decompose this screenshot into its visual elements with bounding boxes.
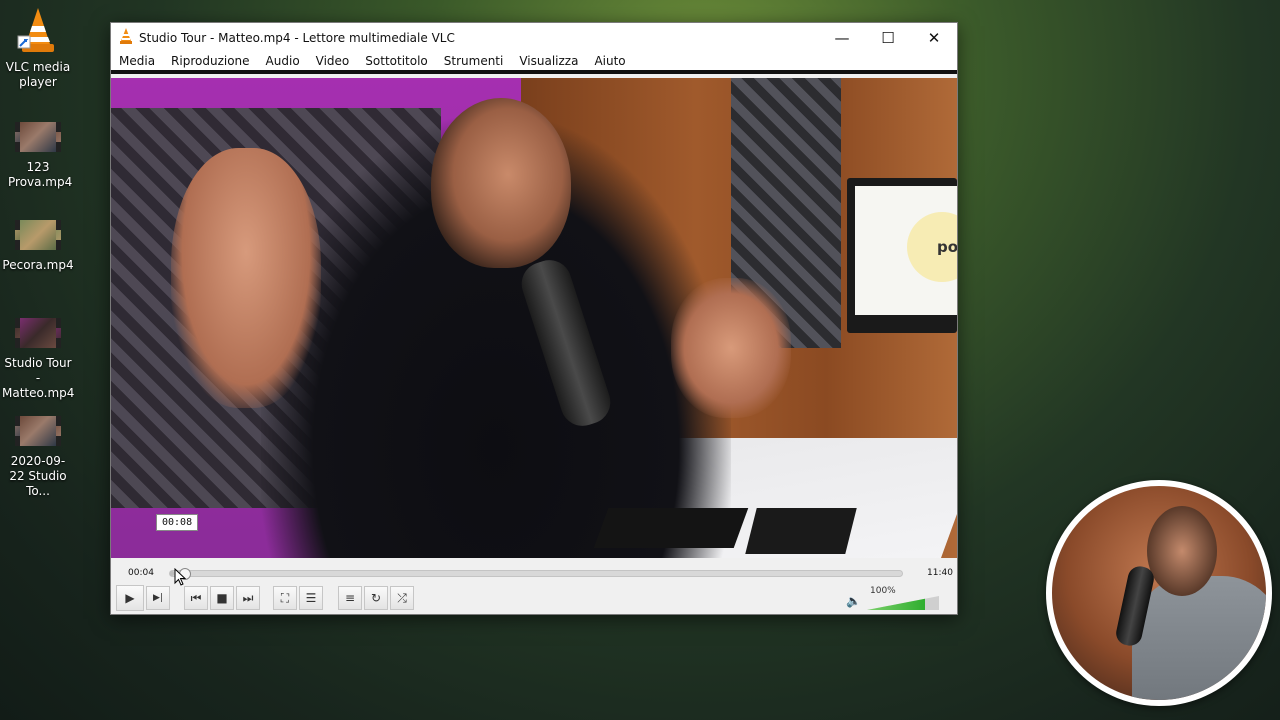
- seek-tooltip: 00:08: [156, 514, 199, 531]
- menu-visualizza[interactable]: Visualizza: [511, 50, 586, 72]
- desktop-icon-2020-studio[interactable]: 2020-09-22 Studio To...: [0, 416, 76, 499]
- scene-hand-left: [171, 148, 321, 408]
- video-file-icon: [15, 416, 61, 446]
- loop-button[interactable]: ↻: [364, 586, 388, 610]
- stop-icon: ■: [216, 591, 228, 605]
- playlist-icon: ≡: [344, 591, 356, 605]
- scene-hand-right: [671, 278, 791, 418]
- scene-monitor: pod: [847, 178, 957, 333]
- video-file-icon: [15, 122, 61, 152]
- webcam-person-body: [1132, 576, 1266, 700]
- extended-settings-button[interactable]: ☰: [299, 586, 323, 610]
- seek-bar[interactable]: [169, 568, 903, 580]
- maximize-button[interactable]: ☐: [865, 23, 911, 52]
- minimize-button[interactable]: —: [819, 23, 865, 52]
- volume-icon[interactable]: 🔈: [846, 594, 861, 608]
- mouse-cursor-icon: [174, 568, 186, 586]
- frame-step-icon: ▶|: [153, 593, 163, 603]
- stop-button[interactable]: ■: [210, 586, 234, 610]
- menu-bar: Media Riproduzione Audio Video Sottotito…: [111, 52, 957, 74]
- play-icon: ▶: [125, 591, 135, 605]
- desktop-icon-vlc[interactable]: VLC media player: [0, 6, 76, 90]
- player-controls: 00:04 11:40 ▶ ▶| ⏮ ■ ⏭ ⛶ ☰ ≡ ↻ ⤮ 🔈 100%: [111, 558, 957, 614]
- video-file-icon: [15, 220, 61, 250]
- title-bar[interactable]: Studio Tour - Matteo.mp4 - Lettore multi…: [111, 23, 957, 52]
- volume-slider-fill: [867, 596, 925, 610]
- desktop-icon-label: 2020-09-22 Studio To...: [9, 454, 67, 498]
- vlc-app-icon: [119, 28, 133, 47]
- desktop-icon-label: 123 Prova.mp4: [8, 160, 73, 189]
- webcam-person-head: [1147, 506, 1217, 596]
- menu-aiuto[interactable]: Aiuto: [586, 50, 633, 72]
- desktop-icon-pecora[interactable]: Pecora.mp4: [0, 220, 76, 273]
- fullscreen-icon: ⛶: [280, 590, 290, 605]
- menu-strumenti[interactable]: Strumenti: [436, 50, 512, 72]
- next-icon: ⏭: [242, 590, 254, 605]
- previous-icon: ⏮: [190, 590, 202, 605]
- desktop-icon-studio-tour[interactable]: Studio Tour - Matteo.mp4: [0, 318, 76, 401]
- volume-label: 100%: [870, 586, 896, 596]
- sliders-icon: ☰: [305, 591, 317, 605]
- menu-riproduzione[interactable]: Riproduzione: [163, 50, 258, 72]
- menu-media[interactable]: Media: [111, 50, 163, 72]
- frame-step-button[interactable]: ▶|: [146, 586, 170, 610]
- fullscreen-button[interactable]: ⛶: [273, 586, 297, 610]
- vlc-cone-icon: [16, 6, 60, 54]
- webcam-overlay: [1046, 480, 1272, 706]
- menu-audio[interactable]: Audio: [258, 50, 308, 72]
- loop-icon: ↻: [370, 591, 382, 605]
- elapsed-time: 00:04: [128, 568, 154, 578]
- shuffle-icon: ⤮: [397, 590, 407, 605]
- desktop-icon-label: Pecora.mp4: [2, 258, 74, 272]
- vlc-window[interactable]: Studio Tour - Matteo.mp4 - Lettore multi…: [110, 22, 958, 615]
- scene-head: [431, 98, 571, 268]
- menu-sottotitolo[interactable]: Sottotitolo: [357, 50, 435, 72]
- scene-controller: [745, 508, 857, 554]
- desktop-icon-123-prova[interactable]: 123 Prova.mp4: [0, 122, 76, 190]
- scene-keyboard: [593, 508, 749, 548]
- playlist-button[interactable]: ≡: [338, 586, 362, 610]
- desktop-icon-label: Studio Tour - Matteo.mp4: [2, 356, 75, 400]
- video-file-icon: [15, 318, 61, 348]
- menu-video[interactable]: Video: [308, 50, 358, 72]
- next-button[interactable]: ⏭: [236, 586, 260, 610]
- desktop-icon-label: VLC media player: [5, 60, 71, 89]
- close-button[interactable]: ✕: [911, 23, 957, 52]
- previous-button[interactable]: ⏮: [184, 586, 208, 610]
- scene-monitor-text: pod: [937, 238, 957, 256]
- window-title: Studio Tour - Matteo.mp4 - Lettore multi…: [139, 30, 455, 45]
- volume-slider[interactable]: [867, 596, 939, 610]
- video-area[interactable]: pod 00:08: [111, 78, 957, 558]
- shuffle-button[interactable]: ⤮: [390, 586, 414, 610]
- play-button[interactable]: ▶: [116, 585, 144, 611]
- total-time: 11:40: [927, 568, 953, 578]
